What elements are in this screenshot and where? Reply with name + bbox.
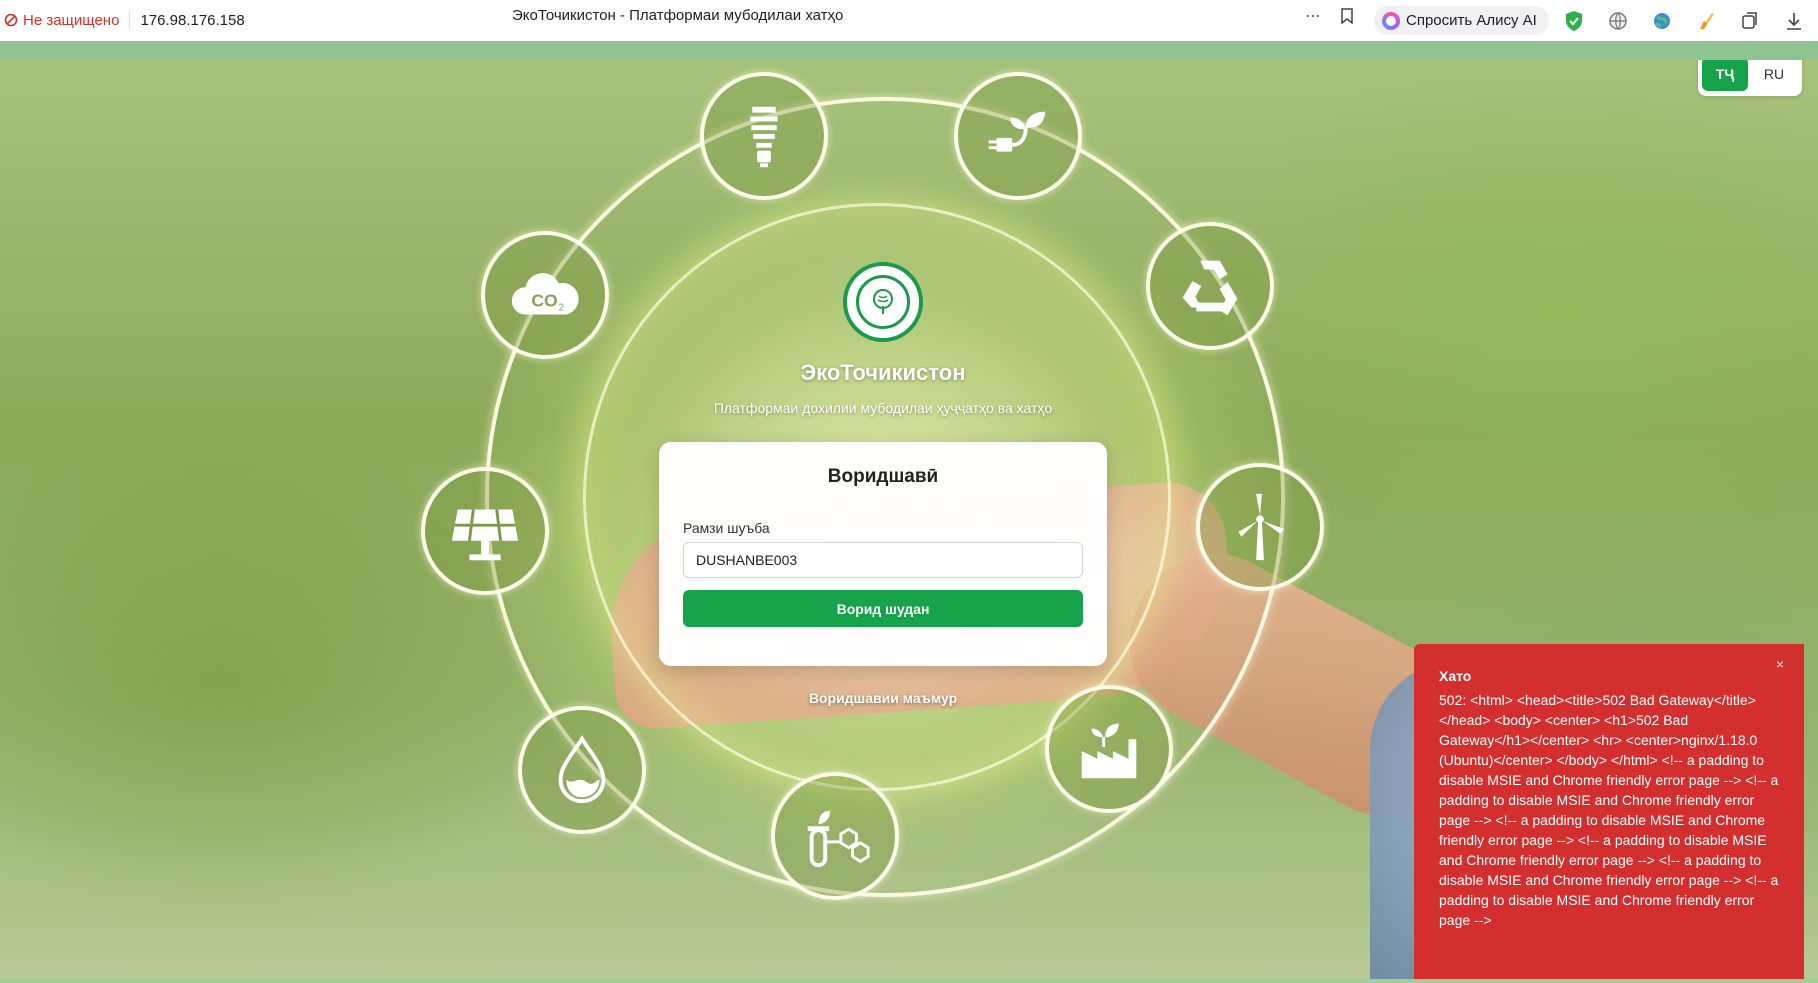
alice-icon: [1382, 11, 1400, 30]
login-page: CO 2 ЭкоТочикистон Платформаи дохилии муб…: [0, 60, 1818, 983]
department-code-input[interactable]: [683, 542, 1083, 578]
bookmark-icon[interactable]: [1336, 5, 1358, 27]
emblem-tree-icon: [873, 289, 893, 314]
solar-panel-icon: [421, 467, 549, 595]
co2-cloud-icon: CO 2: [481, 231, 609, 359]
page-header-strip: [0, 41, 1818, 60]
department-code-label: Рамзи шуъба: [683, 520, 770, 536]
brush-extension-icon[interactable]: [1694, 9, 1718, 33]
ask-alice-button[interactable]: Спросить Алису AI: [1374, 6, 1549, 35]
factory-icon: [1045, 685, 1173, 813]
login-submit-button[interactable]: Ворид шудан: [683, 590, 1083, 627]
not-secure-icon: [4, 13, 18, 27]
admin-login-link[interactable]: Воридшавии маъмур: [733, 690, 1033, 706]
lab-molecule-icon: [771, 772, 899, 900]
security-label: Не защищено: [23, 11, 120, 29]
brand-name: ЭкоТочикистон: [800, 360, 966, 385]
svg-text:2: 2: [559, 303, 564, 314]
shield-icon[interactable]: [1562, 9, 1586, 33]
login-card: Воридшавӣ Рамзи шуъба Ворид шудан: [659, 442, 1107, 666]
brand-tagline: Платформаи дохилии мубодилаи ҳуҷҷатҳо ва…: [713, 400, 1053, 416]
alice-label: Спросить Алису AI: [1406, 12, 1537, 29]
more-icon[interactable]: ⋯: [1302, 5, 1324, 27]
error-message: 502: <html> <head><title>502 Bad Gateway…: [1439, 692, 1779, 928]
lang-ru-button[interactable]: RU: [1754, 60, 1794, 91]
svg-text:CO: CO: [531, 291, 557, 311]
error-title: Хато: [1439, 668, 1472, 684]
download-icon[interactable]: [1782, 9, 1806, 33]
emblem-inner: [856, 275, 910, 329]
globe-icon[interactable]: [1606, 9, 1630, 33]
emblem-logo: [843, 262, 923, 342]
page-footer-strip: [0, 979, 1818, 983]
water-drop-icon: [518, 706, 646, 834]
address-separator: [129, 11, 131, 29]
plug-leaf-icon: [954, 72, 1082, 200]
wind-turbine-icon: [1196, 463, 1324, 591]
browser-toolbar: Не защищено 176.98.176.158 ЭкоТочикистон…: [0, 0, 1818, 41]
page-title: ЭкоТочикистон - Платформаи мубодилаи хат…: [512, 7, 844, 24]
error-toast: × Хато 502: <html> <head><title>502 Bad …: [1414, 644, 1804, 983]
security-indicator[interactable]: Не защищено: [0, 12, 119, 29]
language-switch: ТҶ RU: [1698, 60, 1802, 96]
earth-extension-icon[interactable]: [1650, 9, 1674, 33]
login-title: Воридшавӣ: [827, 466, 939, 487]
url-text[interactable]: 176.98.176.158: [140, 12, 244, 29]
close-icon[interactable]: ×: [1776, 656, 1784, 672]
lightbulb-icon: [700, 72, 828, 200]
recycle-icon: [1146, 222, 1274, 350]
collections-icon[interactable]: [1738, 9, 1762, 33]
lang-tj-button[interactable]: ТҶ: [1702, 60, 1748, 91]
